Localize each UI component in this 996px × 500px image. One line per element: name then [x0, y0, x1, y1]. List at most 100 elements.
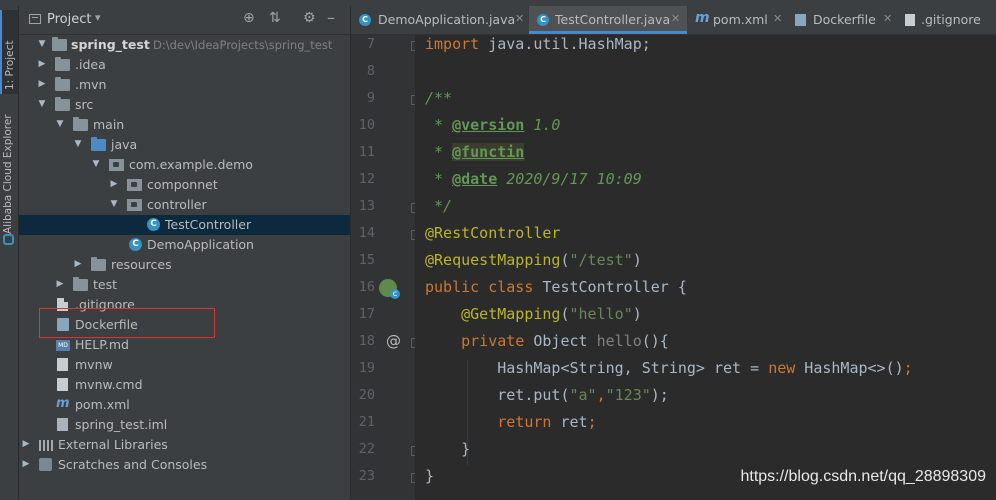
- code-line[interactable]: return ret;: [425, 413, 596, 431]
- line-number: 22: [358, 441, 375, 457]
- code-line[interactable]: * @date 2020/9/17 10:09: [425, 170, 642, 188]
- close-icon[interactable]: ✕: [883, 12, 892, 25]
- doc-tag: @version: [452, 116, 525, 134]
- line-number: 14: [358, 225, 375, 241]
- request-mapping-icon[interactable]: @: [386, 332, 401, 350]
- tree-item-controller[interactable]: ▼ controller: [19, 195, 350, 215]
- code-line[interactable]: public class TestController {: [425, 278, 687, 296]
- code-line[interactable]: }: [425, 467, 434, 485]
- tree-item-external-libraries[interactable]: ▶ External Libraries: [19, 435, 350, 455]
- close-icon[interactable]: ✕: [515, 12, 524, 25]
- expanded-arrow-icon[interactable]: ▼: [73, 139, 83, 149]
- tab-gitignore[interactable]: .gitignore: [897, 6, 996, 34]
- code-line[interactable]: @GetMapping("hello"): [425, 305, 642, 323]
- tree-item-demoapplication[interactable]: C DemoApplication: [19, 235, 350, 255]
- collapse-all-icon[interactable]: ⇅: [269, 10, 281, 26]
- collapsed-arrow-icon[interactable]: ▶: [21, 439, 31, 449]
- code-line[interactable]: HashMap<String, String> ret = new HashMa…: [425, 359, 912, 377]
- hide-panel-icon[interactable]: –: [327, 8, 335, 27]
- string-literal: "a": [569, 386, 597, 404]
- code-line[interactable]: }: [425, 440, 470, 458]
- text-file-icon: [57, 358, 68, 371]
- code-text: HashMap<>(): [795, 359, 904, 377]
- tab-dockerfile[interactable]: Dockerfile ✕: [787, 6, 897, 34]
- code-line[interactable]: * @version 1.0: [425, 116, 560, 134]
- tree-item-testcontroller[interactable]: C TestController: [19, 215, 350, 235]
- tree-item-label: mvnw.cmd: [75, 377, 143, 392]
- module-file-icon: [57, 418, 68, 431]
- module-folder-icon: [52, 37, 67, 51]
- collapsed-arrow-icon[interactable]: ▶: [37, 59, 47, 69]
- tree-item-pom-xml[interactable]: m pom.xml: [19, 395, 350, 415]
- tree-item-resources[interactable]: ▶ resources: [19, 255, 350, 275]
- line-number: 16: [358, 279, 375, 295]
- tree-item-label: pom.xml: [75, 397, 130, 412]
- tree-item-label: controller: [147, 197, 207, 212]
- tree-item-help-md[interactable]: MD HELP.md: [19, 335, 350, 355]
- tree-item-iml[interactable]: spring_test.iml: [19, 415, 350, 435]
- locate-target-icon[interactable]: ⊕: [243, 10, 255, 26]
- collapsed-arrow-icon[interactable]: ▶: [109, 179, 119, 189]
- tree-item-main[interactable]: ▼ main: [19, 115, 350, 135]
- source-folder-icon: [91, 137, 106, 151]
- tree-item-mvnw[interactable]: mvnw: [19, 355, 350, 375]
- tree-item-label: spring_test: [71, 37, 150, 52]
- tree-item-idea[interactable]: ▶ .idea: [19, 55, 350, 75]
- resources-folder-icon: [91, 257, 106, 271]
- package-icon: [127, 179, 142, 191]
- gear-icon[interactable]: ⚙: [303, 10, 316, 26]
- tree-item-java[interactable]: ▼ java: [19, 135, 350, 155]
- expanded-arrow-icon[interactable]: ▼: [91, 159, 101, 169]
- alibaba-cloud-icon[interactable]: [3, 234, 14, 245]
- tab-demoapplication[interactable]: C DemoApplication.java ✕: [351, 6, 529, 34]
- tree-item-mvn[interactable]: ▶ .mvn: [19, 75, 350, 95]
- close-icon[interactable]: ✕: [773, 12, 782, 25]
- collapsed-arrow-icon[interactable]: ▶: [73, 259, 83, 269]
- code-text: ret.put(: [497, 386, 570, 404]
- line-number: 13: [358, 198, 375, 214]
- spring-bean-icon[interactable]: [379, 279, 400, 299]
- tree-item-label: mvnw: [75, 357, 113, 372]
- expanded-arrow-icon[interactable]: ▼: [55, 119, 65, 129]
- expanded-arrow-icon[interactable]: ▼: [37, 99, 47, 109]
- chevron-down-icon[interactable]: ▾: [95, 11, 101, 24]
- doc-comment: /**: [425, 89, 453, 107]
- maven-icon: m: [56, 396, 70, 411]
- editor-gutter[interactable]: 7 8 9 10 11 12 13 14 15 16 17 18 19 20 2…: [351, 35, 419, 500]
- code-line[interactable]: * @functin: [425, 143, 525, 161]
- method-name: hello: [596, 332, 642, 350]
- collapsed-arrow-icon[interactable]: ▶: [21, 459, 31, 469]
- tree-item-label: main: [93, 117, 125, 132]
- tree-item-componnet[interactable]: ▶ componnet: [19, 175, 350, 195]
- collapsed-arrow-icon[interactable]: ▶: [37, 79, 47, 89]
- code-editor[interactable]: import java.util.HashMap; /** * @version…: [415, 35, 996, 500]
- code-line[interactable]: /**: [425, 89, 452, 107]
- close-icon[interactable]: ✕: [671, 12, 680, 25]
- code-line[interactable]: */: [425, 197, 452, 215]
- tree-item-label: resources: [111, 257, 172, 272]
- line-number: 19: [358, 360, 375, 376]
- spring-boot-class-icon: C: [129, 238, 142, 251]
- collapsed-arrow-icon[interactable]: ▶: [55, 279, 65, 289]
- project-tool-tab[interactable]: 1: Project: [0, 10, 18, 94]
- line-number: 23: [358, 468, 375, 484]
- tab-pom-xml[interactable]: m pom.xml ✕: [687, 6, 787, 34]
- tree-item-test[interactable]: ▶ test: [19, 275, 350, 295]
- expanded-arrow-icon[interactable]: ▼: [37, 39, 47, 49]
- code-line[interactable]: @RestController: [425, 224, 560, 242]
- maven-icon: m: [695, 10, 710, 26]
- tree-item-package[interactable]: ▼ com.example.demo: [19, 155, 350, 175]
- markdown-file-icon: MD: [56, 340, 70, 351]
- expanded-arrow-icon[interactable]: ▼: [109, 199, 119, 209]
- tree-item-spring-test[interactable]: ▼ spring_test D:\dev\IdeaProjects\spring…: [19, 35, 350, 55]
- project-panel-title[interactable]: Project: [47, 12, 91, 27]
- code-line[interactable]: @RequestMapping("/test"): [425, 251, 642, 269]
- tree-item-scratches[interactable]: ▶ Scratches and Consoles: [19, 455, 350, 475]
- tab-testcontroller[interactable]: C TestController.java ✕: [529, 6, 687, 34]
- tree-item-src[interactable]: ▼ src: [19, 95, 350, 115]
- code-line[interactable]: ret.put("a","123");: [425, 386, 669, 404]
- code-line[interactable]: import java.util.HashMap;: [425, 35, 651, 53]
- code-line[interactable]: private Object hello(){: [425, 332, 669, 350]
- tree-item-label: Scratches and Consoles: [58, 457, 208, 472]
- tree-item-mvnw-cmd[interactable]: mvnw.cmd: [19, 375, 350, 395]
